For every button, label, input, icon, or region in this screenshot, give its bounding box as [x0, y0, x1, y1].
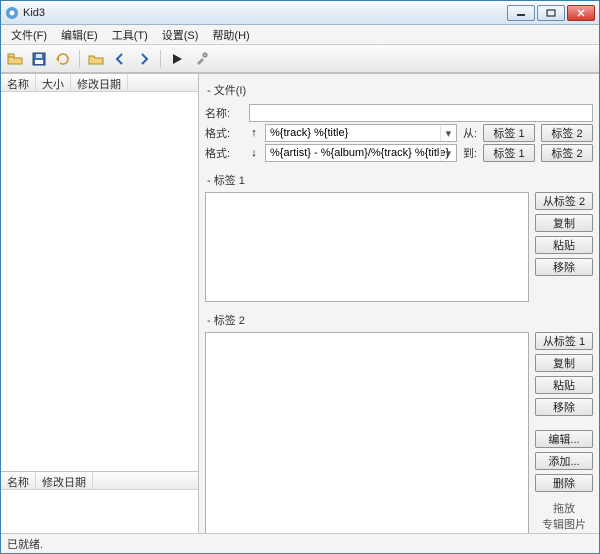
- left-pane: 名称 大小 修改日期 名称 修改日期: [1, 74, 199, 533]
- forward-icon[interactable]: [134, 49, 154, 69]
- format-up-label: 格式:: [205, 125, 243, 141]
- to-tag1-button[interactable]: 标签 1: [483, 144, 535, 162]
- right-pane: - 文件(I) 名称: 格式: ↑ %{track} %{title} ▾ 从:…: [199, 74, 599, 533]
- album-art-dropzone[interactable]: 拖放 专辑图片 到此处: [535, 496, 593, 533]
- format-down-label: 格式:: [205, 145, 243, 161]
- folder-settings-icon[interactable]: [86, 49, 106, 69]
- format-down-value: %{artist} - %{album}/%{track} %{title}: [270, 147, 449, 159]
- chevron-down-icon: ▾: [440, 145, 456, 161]
- file-list-header: 名称 大小 修改日期: [1, 74, 198, 92]
- content-area: 名称 大小 修改日期 名称 修改日期 - 文件(I) 名称:: [1, 73, 599, 533]
- dir-list-header: 名称 修改日期: [1, 472, 198, 490]
- tag2-edit-button[interactable]: 编辑...: [535, 430, 593, 448]
- play-icon[interactable]: [167, 49, 187, 69]
- window-buttons: [507, 5, 595, 21]
- open-folder-icon[interactable]: [5, 49, 25, 69]
- menu-help[interactable]: 帮助(H): [206, 25, 255, 45]
- tag2-paste-button[interactable]: 粘贴: [535, 376, 593, 394]
- toolbar: [1, 45, 599, 73]
- tag1-from-tag2-button[interactable]: 从标签 2: [535, 192, 593, 210]
- app-icon: [5, 6, 19, 20]
- tag1-paste-button[interactable]: 粘贴: [535, 236, 593, 254]
- menu-settings[interactable]: 设置(S): [156, 25, 205, 45]
- minimize-button[interactable]: [507, 5, 535, 21]
- tag2-copy-button[interactable]: 复制: [535, 354, 593, 372]
- dropzone-text: 拖放 专辑图片 到此处: [542, 500, 586, 533]
- col2-name[interactable]: 名称: [1, 472, 36, 489]
- menubar: 文件(F) 编辑(E) 工具(T) 设置(S) 帮助(H): [1, 25, 599, 45]
- menu-tools[interactable]: 工具(T): [106, 25, 154, 45]
- main-window: Kid3 文件(F) 编辑(E) 工具(T) 设置(S) 帮助(H) 名称 大小: [0, 0, 600, 554]
- tag1-remove-button[interactable]: 移除: [535, 258, 593, 276]
- dir-list-body[interactable]: [1, 490, 198, 533]
- format-down-combo[interactable]: %{artist} - %{album}/%{track} %{title} ▾: [265, 144, 457, 162]
- col-size[interactable]: 大小: [36, 74, 71, 91]
- menu-file[interactable]: 文件(F): [5, 25, 53, 45]
- close-button[interactable]: [567, 5, 595, 21]
- tag1-section: - 标签 1 从标签 2 复制 粘贴 移除: [205, 168, 593, 302]
- tag1-copy-button[interactable]: 复制: [535, 214, 593, 232]
- toolbar-separator-2: [160, 50, 161, 68]
- from-tag1-button[interactable]: 标签 1: [483, 124, 535, 142]
- tag1-header[interactable]: - 标签 1: [205, 168, 593, 192]
- back-icon[interactable]: [110, 49, 130, 69]
- chevron-down-icon: ▾: [440, 125, 456, 141]
- tag1-fields[interactable]: [205, 192, 529, 302]
- tag2-section: - 标签 2 从标签 1 复制 粘贴 移除 编辑... 添加... 删除 拖放 …: [205, 308, 593, 533]
- tag1-buttons: 从标签 2 复制 粘贴 移除: [535, 192, 593, 302]
- tag2-delete-button[interactable]: 删除: [535, 474, 593, 492]
- col-name[interactable]: 名称: [1, 74, 36, 91]
- statusbar: 已就绪.: [1, 533, 599, 553]
- format-up-combo[interactable]: %{track} %{title} ▾: [265, 124, 457, 142]
- file-section: - 文件(I) 名称: 格式: ↑ %{track} %{title} ▾ 从:…: [205, 78, 593, 162]
- from-tag2-button[interactable]: 标签 2: [541, 124, 593, 142]
- to-label: 到:: [463, 145, 477, 161]
- titlebar: Kid3: [1, 1, 599, 25]
- tag2-fields[interactable]: [205, 332, 529, 533]
- toolbar-separator: [79, 50, 80, 68]
- name-label: 名称:: [205, 105, 243, 121]
- file-list[interactable]: [1, 92, 198, 471]
- format-up-value: %{track} %{title}: [270, 127, 348, 139]
- file-section-header[interactable]: - 文件(I): [205, 78, 593, 102]
- col2-date[interactable]: 修改日期: [36, 472, 93, 489]
- maximize-button[interactable]: [537, 5, 565, 21]
- dir-list: 名称 修改日期: [1, 471, 198, 533]
- tag2-buttons: 从标签 1 复制 粘贴 移除 编辑... 添加... 删除 拖放 专辑图片 到此…: [535, 332, 593, 533]
- arrow-up-icon: ↑: [249, 127, 259, 139]
- tag2-from-tag1-button[interactable]: 从标签 1: [535, 332, 593, 350]
- tag2-remove-button[interactable]: 移除: [535, 398, 593, 416]
- col-date[interactable]: 修改日期: [71, 74, 128, 91]
- menu-edit[interactable]: 编辑(E): [55, 25, 104, 45]
- to-tag2-button[interactable]: 标签 2: [541, 144, 593, 162]
- configure-icon[interactable]: [191, 49, 211, 69]
- from-label: 从:: [463, 125, 477, 141]
- arrow-down-icon: ↓: [249, 147, 259, 159]
- name-input[interactable]: [249, 104, 593, 122]
- tag2-header[interactable]: - 标签 2: [205, 308, 593, 332]
- save-icon[interactable]: [29, 49, 49, 69]
- window-title: Kid3: [23, 7, 45, 19]
- tag2-add-button[interactable]: 添加...: [535, 452, 593, 470]
- revert-icon[interactable]: [53, 49, 73, 69]
- status-text: 已就绪.: [7, 536, 43, 552]
